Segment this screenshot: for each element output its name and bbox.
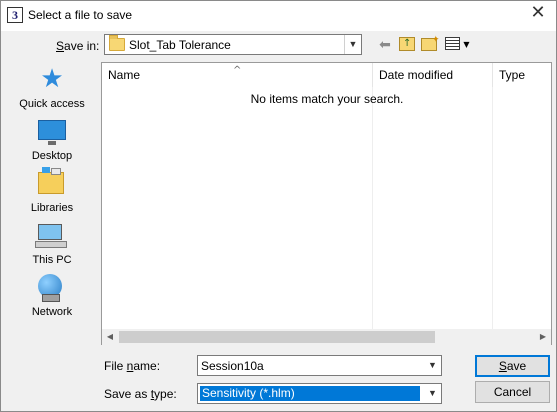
sort-up-icon: ^ bbox=[233, 65, 242, 76]
empty-message: No items match your search. bbox=[250, 92, 404, 106]
column-header-date-modified[interactable]: Date modified bbox=[372, 63, 492, 87]
place-label: Libraries bbox=[30, 202, 74, 214]
file-name-field[interactable]: Session10a ▼ bbox=[197, 355, 442, 376]
network-icon bbox=[38, 274, 62, 302]
save-as-type-label: Save as type: bbox=[104, 387, 177, 401]
place-label: Network bbox=[31, 306, 73, 318]
desktop-icon bbox=[38, 120, 66, 145]
place-this-pc[interactable]: This PC bbox=[7, 218, 97, 270]
place-libraries[interactable]: Libraries bbox=[7, 166, 97, 218]
place-label: This PC bbox=[32, 254, 72, 266]
save-as-type-dropdown[interactable]: Sensitivity (*.hlm) ▼ bbox=[197, 383, 442, 404]
window-title: Select a file to save bbox=[28, 8, 133, 22]
file-name-label: File name: bbox=[104, 359, 161, 373]
column-divider bbox=[372, 87, 373, 331]
column-header-name[interactable]: Name ^ bbox=[102, 63, 372, 87]
save-button[interactable]: Save bbox=[475, 355, 550, 377]
file-name-value: Session10a bbox=[201, 359, 264, 373]
scrollbar-thumb[interactable] bbox=[119, 331, 435, 343]
folder-icon bbox=[109, 35, 125, 51]
save-in-value: Slot_Tab Tolerance bbox=[129, 38, 231, 52]
column-divider bbox=[492, 87, 493, 331]
place-quick-access[interactable]: ★ Quick access bbox=[7, 62, 97, 114]
place-label: Desktop bbox=[31, 150, 73, 162]
back-arrow-icon[interactable]: ⬅ bbox=[376, 36, 394, 54]
places-bar: ★ Quick access Desktop Libraries This PC… bbox=[7, 62, 97, 345]
scroll-right-icon[interactable]: ▶ bbox=[535, 329, 551, 345]
up-folder-icon[interactable] bbox=[399, 35, 415, 53]
file-list[interactable]: Name ^ Date modified Type No items match… bbox=[101, 62, 552, 345]
chevron-down-icon[interactable]: ▼ bbox=[424, 356, 441, 375]
save-in-dropdown[interactable]: Slot_Tab Tolerance ▼ bbox=[104, 34, 362, 55]
computer-icon bbox=[35, 224, 67, 248]
close-button[interactable]: ✕ bbox=[528, 4, 548, 24]
star-icon: ★ bbox=[40, 64, 64, 94]
place-network[interactable]: Network bbox=[7, 270, 97, 322]
view-menu-chevron-icon[interactable]: ▼ bbox=[462, 36, 471, 54]
scroll-left-icon[interactable]: ◀ bbox=[102, 329, 118, 345]
column-header-label: Name bbox=[108, 68, 141, 82]
title-bar[interactable]: 3 Select a file to save ✕ bbox=[1, 1, 556, 31]
save-in-label: Save in: bbox=[56, 39, 100, 53]
cancel-button[interactable]: Cancel bbox=[475, 381, 550, 403]
chevron-down-icon[interactable]: ▼ bbox=[424, 384, 441, 403]
save-file-dialog: 3 Select a file to save ✕ Save in: Slot_… bbox=[0, 0, 557, 412]
new-folder-icon[interactable] bbox=[421, 31, 440, 51]
save-as-type-value: Sensitivity (*.hlm) bbox=[200, 386, 420, 401]
libraries-icon bbox=[38, 167, 64, 194]
column-header-type[interactable]: Type bbox=[492, 63, 552, 87]
view-menu-icon[interactable] bbox=[445, 37, 460, 50]
chevron-down-icon[interactable]: ▼ bbox=[344, 35, 361, 54]
horizontal-scrollbar[interactable]: ◀ ▶ bbox=[102, 329, 551, 345]
place-label: Quick access bbox=[19, 98, 85, 110]
app-icon: 3 bbox=[7, 7, 23, 23]
place-desktop[interactable]: Desktop bbox=[7, 114, 97, 166]
